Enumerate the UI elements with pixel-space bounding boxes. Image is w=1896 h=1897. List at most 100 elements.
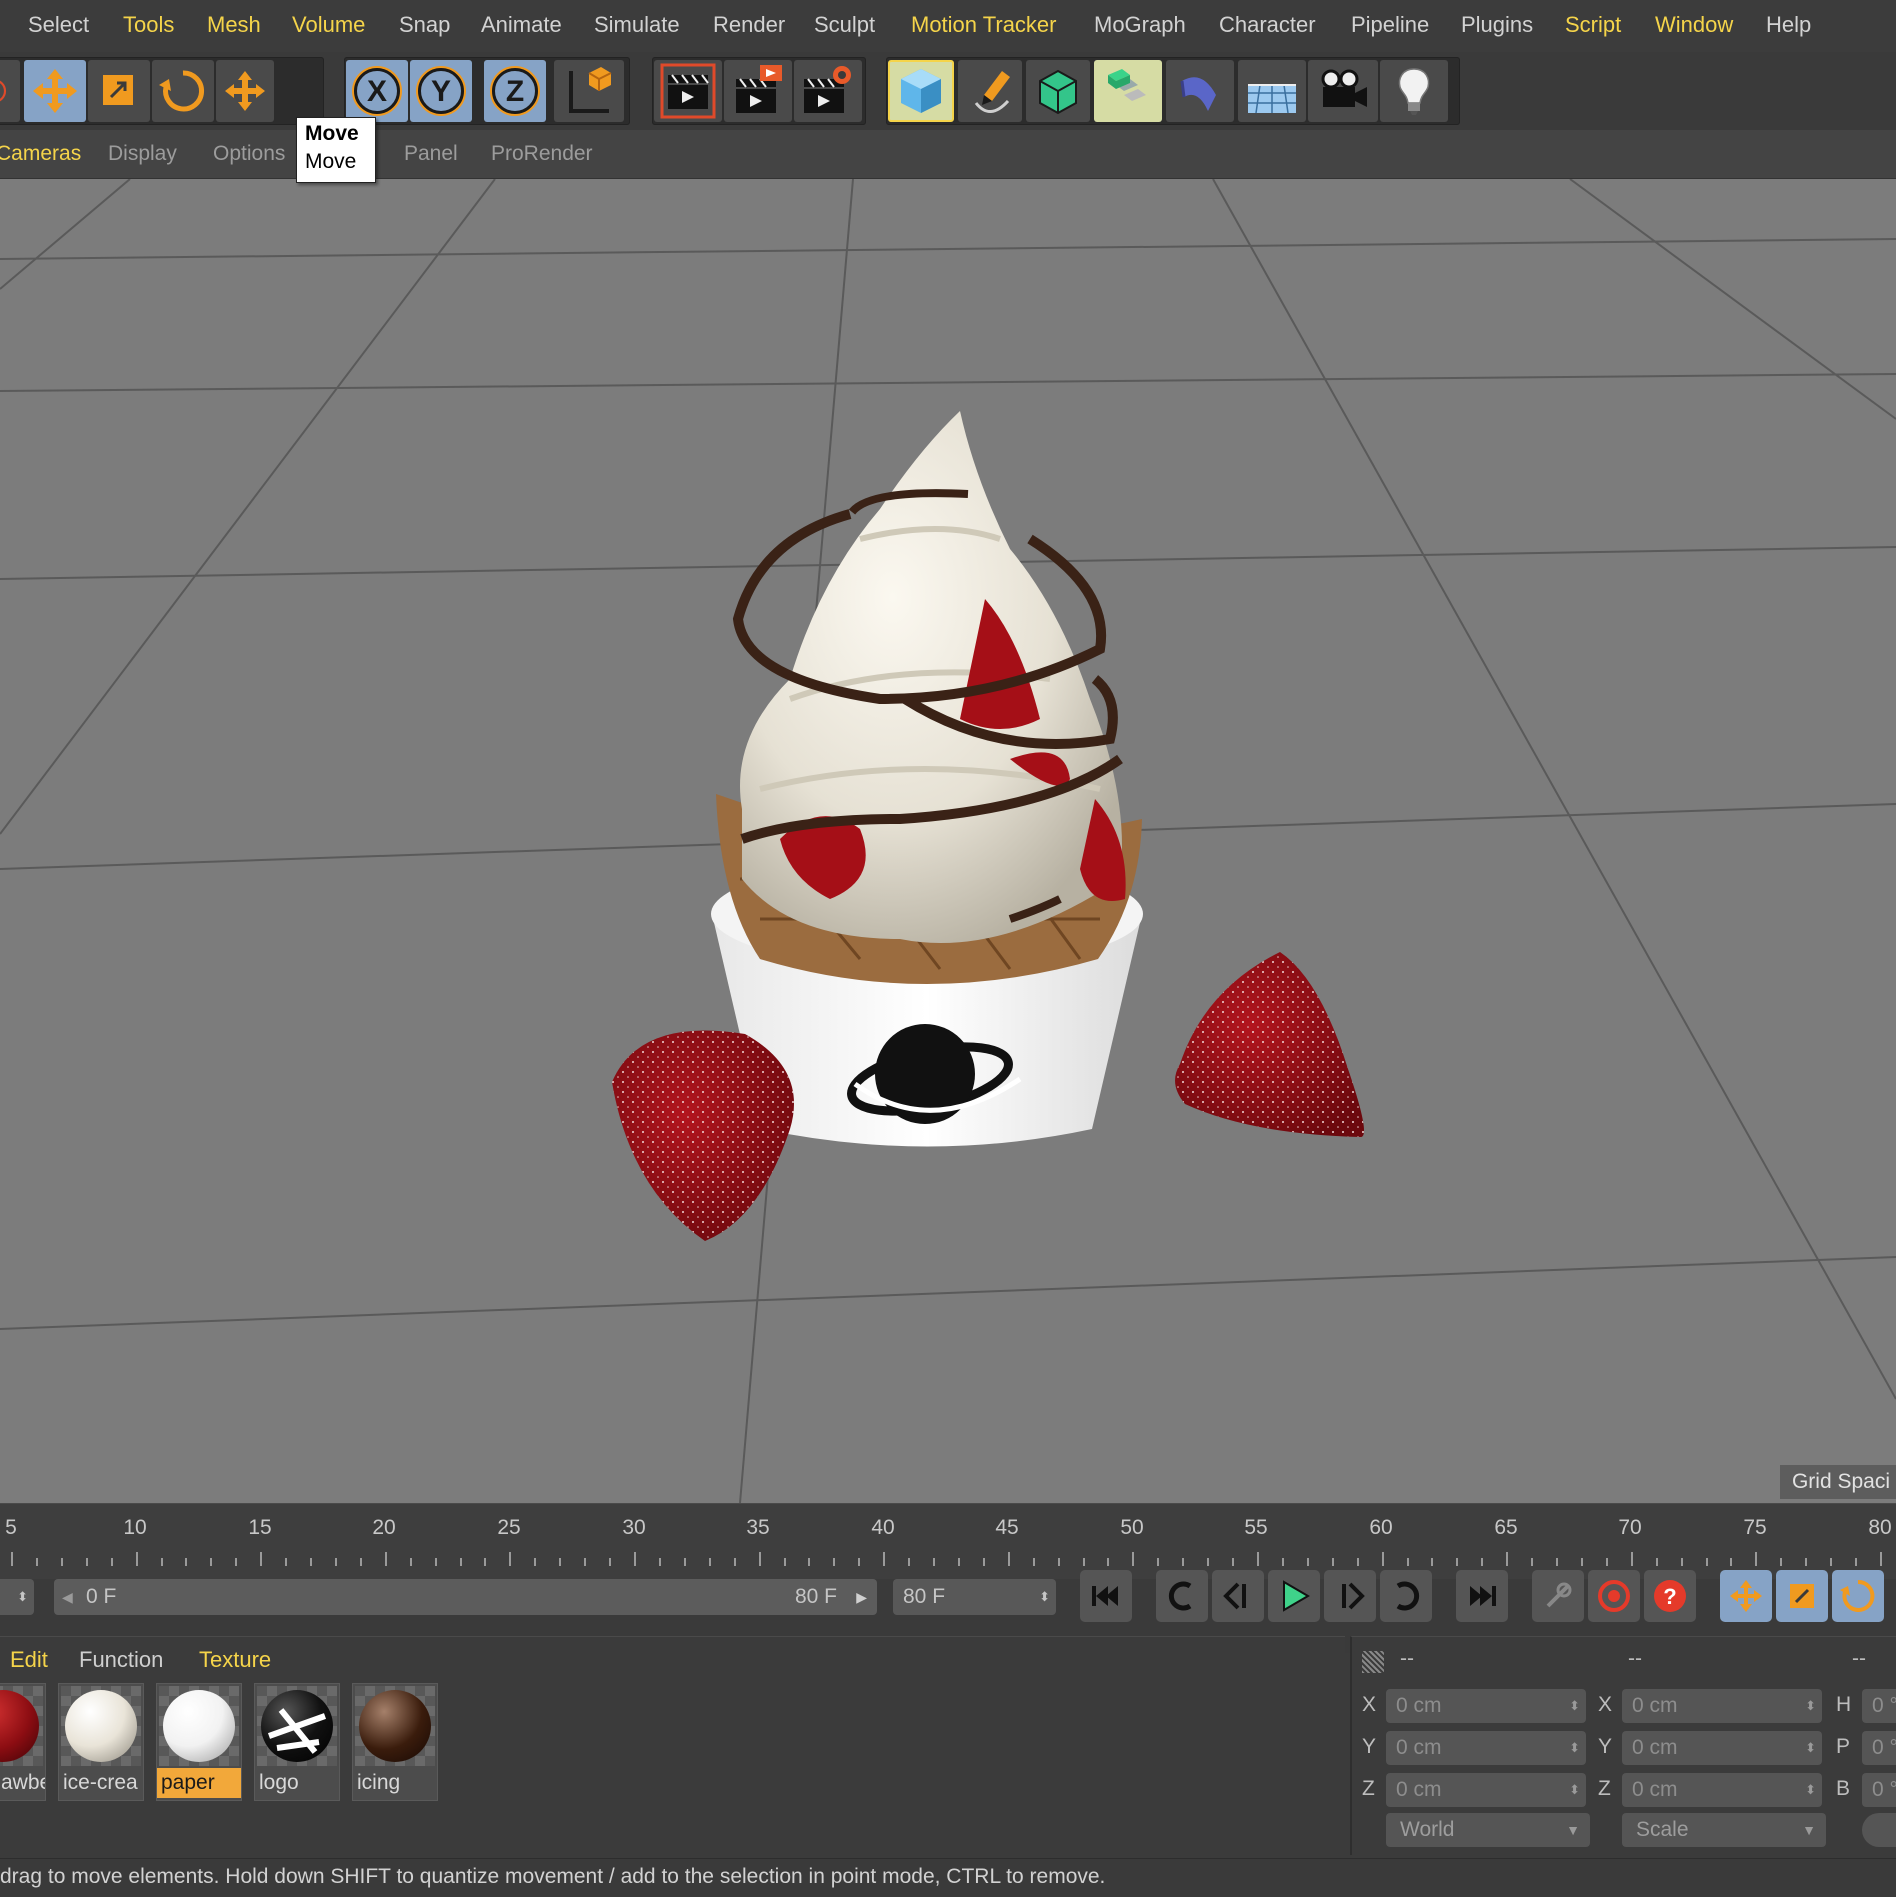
pen-spline-icon[interactable] bbox=[958, 60, 1022, 122]
timeline-tick bbox=[1057, 1558, 1060, 1566]
object-creation-group bbox=[886, 57, 1460, 125]
position-z-field[interactable]: 0 cm ⬍ bbox=[1386, 1773, 1586, 1807]
cube-icon[interactable] bbox=[888, 60, 954, 122]
timeline-tick bbox=[1506, 1552, 1509, 1566]
menu-animate[interactable]: Animate bbox=[481, 12, 562, 38]
coordinate-system-icon[interactable] bbox=[554, 60, 624, 122]
material-menu-texture[interactable]: Texture bbox=[199, 1647, 271, 1673]
menu-motion-tracker[interactable]: Motion Tracker bbox=[911, 12, 1057, 38]
menu-sculpt[interactable]: Sculpt bbox=[814, 12, 875, 38]
axis-lock-group: X Y Z bbox=[344, 57, 630, 125]
key-rotation-icon[interactable] bbox=[1832, 1570, 1884, 1622]
array-icon[interactable] bbox=[1094, 60, 1162, 122]
floor-icon[interactable] bbox=[1238, 60, 1306, 122]
size-axis-label: Z bbox=[1598, 1777, 1611, 1800]
status-text: drag to move elements. Hold down SHIFT t… bbox=[0, 1865, 1106, 1888]
end-frame-field[interactable]: 80 F ⬍ bbox=[893, 1579, 1056, 1615]
coordinate-mode-dropdown[interactable]: World ▼ bbox=[1386, 1813, 1590, 1847]
material-swatch-logo[interactable]: logo bbox=[254, 1683, 340, 1801]
material-swatch-strawberry[interactable]: awbe bbox=[0, 1683, 46, 1801]
menu-script[interactable]: Script bbox=[1565, 12, 1621, 38]
rotation-h-field[interactable]: 0 ° bbox=[1862, 1689, 1896, 1723]
menu-render[interactable]: Render bbox=[713, 12, 785, 38]
apply-button[interactable] bbox=[1862, 1813, 1896, 1847]
timeline-tick-label: 35 bbox=[746, 1516, 770, 1539]
range-right-arrow-icon: ▶ bbox=[856, 1589, 867, 1605]
menu-mesh[interactable]: Mesh bbox=[207, 12, 261, 38]
material-swatch-ice-cream[interactable]: ice-crea bbox=[58, 1683, 144, 1801]
3d-viewport[interactable]: Grid Spaci bbox=[0, 179, 1896, 1503]
key-scale-icon[interactable] bbox=[1776, 1570, 1828, 1622]
menu-pipeline[interactable]: Pipeline bbox=[1351, 12, 1429, 38]
key-position-icon[interactable] bbox=[1720, 1570, 1772, 1622]
render-picture-viewer-icon[interactable] bbox=[724, 60, 792, 122]
next-frame-icon[interactable] bbox=[1324, 1570, 1376, 1622]
material-swatch-paper[interactable]: paper bbox=[156, 1683, 242, 1801]
viewport-menu-panel[interactable]: Panel bbox=[404, 142, 458, 166]
menu-mograph[interactable]: MoGraph bbox=[1094, 12, 1186, 38]
rotation-p-field[interactable]: 0 ° bbox=[1862, 1731, 1896, 1765]
autokeying-icon[interactable] bbox=[1588, 1570, 1640, 1622]
menu-window[interactable]: Window bbox=[1655, 12, 1733, 38]
recent-move-icon[interactable] bbox=[216, 60, 274, 122]
timeline-tick bbox=[733, 1558, 736, 1566]
material-menu-edit[interactable]: Edit bbox=[10, 1647, 48, 1673]
size-x-field[interactable]: 0 cm ⬍ bbox=[1622, 1689, 1822, 1723]
timeline-tick bbox=[185, 1558, 188, 1566]
next-key-icon[interactable] bbox=[1380, 1570, 1432, 1622]
size-mode-dropdown[interactable]: Scale ▼ bbox=[1622, 1813, 1826, 1847]
viewport-menu-cameras[interactable]: Cameras bbox=[0, 142, 81, 166]
start-frame-stepper[interactable]: ⬍ bbox=[0, 1579, 34, 1615]
tooltip-text: Move bbox=[305, 150, 357, 173]
rotate-icon[interactable] bbox=[152, 60, 214, 122]
keyframe-selection-icon[interactable]: ? bbox=[1644, 1570, 1696, 1622]
menu-volume[interactable]: Volume bbox=[292, 12, 365, 38]
material-swatch-icing[interactable]: icing bbox=[352, 1683, 438, 1801]
size-z-field[interactable]: 0 cm ⬍ bbox=[1622, 1773, 1822, 1807]
menu-plugins[interactable]: Plugins bbox=[1461, 12, 1533, 38]
menu-character[interactable]: Character bbox=[1219, 12, 1316, 38]
menu-select[interactable]: Select bbox=[28, 12, 89, 38]
menu-simulate[interactable]: Simulate bbox=[594, 12, 680, 38]
material-label: icing bbox=[357, 1771, 401, 1794]
rotation-h-value: 0 ° bbox=[1872, 1694, 1896, 1717]
viewport-menu-options[interactable]: Options bbox=[213, 142, 285, 166]
go-to-start-icon[interactable] bbox=[1080, 1570, 1132, 1622]
rotation-b-field[interactable]: 0 ° bbox=[1862, 1773, 1896, 1807]
timeline-tick-label: 65 bbox=[1494, 1516, 1518, 1539]
coordinates-manager: -- -- -- X 0 cm ⬍ X 0 cm ⬍ H 0 ° Y 0 cm ⬍ Y… bbox=[1350, 1636, 1896, 1855]
menu-snap[interactable]: Snap bbox=[399, 12, 450, 38]
position-y-field[interactable]: 0 cm ⬍ bbox=[1386, 1731, 1586, 1765]
material-menu-function[interactable]: Function bbox=[79, 1647, 163, 1673]
light-icon[interactable] bbox=[1380, 60, 1448, 122]
go-to-end-icon[interactable] bbox=[1456, 1570, 1508, 1622]
size-y-field[interactable]: 0 cm ⬍ bbox=[1622, 1731, 1822, 1765]
frame-range-slider[interactable]: ◀ 0 F 80 F ▶ bbox=[54, 1579, 877, 1615]
x-axis-icon[interactable]: X bbox=[346, 60, 408, 122]
viewport-menu-prorender[interactable]: ProRender bbox=[491, 142, 593, 166]
scale-icon[interactable] bbox=[88, 60, 150, 122]
position-x-field[interactable]: 0 cm ⬍ bbox=[1386, 1689, 1586, 1723]
rotation-axis-label: P bbox=[1836, 1735, 1851, 1758]
timeline-tick bbox=[1007, 1552, 1010, 1566]
render-settings-icon[interactable] bbox=[794, 60, 862, 122]
bend-deformer-icon[interactable] bbox=[1166, 60, 1234, 122]
timeline-tick bbox=[908, 1558, 911, 1566]
previous-key-icon[interactable] bbox=[1156, 1570, 1208, 1622]
move-icon[interactable] bbox=[24, 60, 86, 122]
live-selection-icon[interactable] bbox=[0, 60, 20, 122]
menu-tools[interactable]: Tools bbox=[123, 12, 174, 38]
record-keys-icon[interactable] bbox=[1532, 1570, 1584, 1622]
timeline-tick bbox=[1331, 1558, 1334, 1566]
play-icon[interactable] bbox=[1268, 1570, 1320, 1622]
y-axis-icon[interactable]: Y bbox=[410, 60, 472, 122]
z-axis-icon[interactable]: Z bbox=[484, 60, 546, 122]
previous-frame-icon[interactable] bbox=[1212, 1570, 1264, 1622]
subdivision-surface-icon[interactable] bbox=[1026, 60, 1090, 122]
viewport-menu-display[interactable]: Display bbox=[108, 142, 177, 166]
render-view-icon[interactable] bbox=[654, 60, 722, 122]
timeline-tick bbox=[1630, 1552, 1633, 1566]
camera-icon[interactable] bbox=[1308, 60, 1378, 122]
timeline-ruler[interactable]: 5 10 15 20 25 30 35 40 45 50 55 60 65 70… bbox=[0, 1503, 1896, 1580]
menu-help[interactable]: Help bbox=[1766, 12, 1811, 38]
